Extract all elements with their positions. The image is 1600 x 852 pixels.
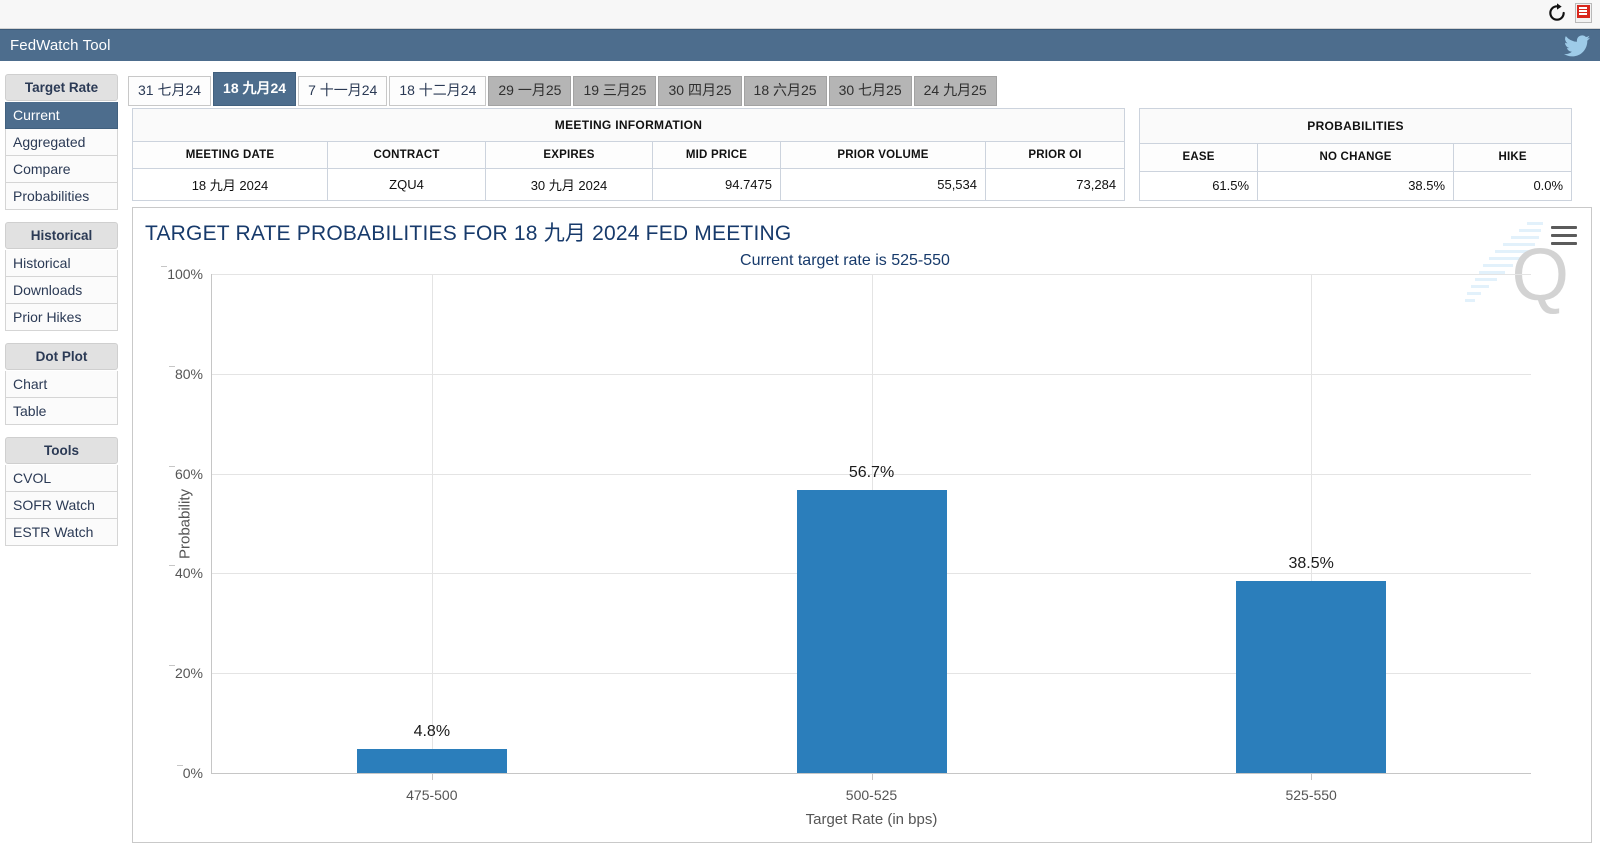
cell-contract: ZQU4 <box>327 168 486 201</box>
sidebar-item-table[interactable]: Table <box>5 398 118 425</box>
cell-no-change: 38.5% <box>1257 170 1455 201</box>
nav-group-title-tools: Tools <box>5 437 118 464</box>
sidebar-item-aggregated[interactable]: Aggregated <box>5 129 118 156</box>
ytick-label-100: 100% <box>161 266 203 282</box>
cell-ease: 61.5% <box>1139 170 1259 201</box>
nav-group-title-historical: Historical <box>5 222 118 249</box>
cell-mid-price: 94.7475 <box>652 168 781 201</box>
cell-prior-volume: 55,534 <box>780 168 986 201</box>
meeting-information-table: MEETING INFORMATION MEETING DATE CONTRAC… <box>132 108 1126 201</box>
col-ease: EASE <box>1139 142 1259 172</box>
bar-525-550[interactable]: 38.5% <box>1236 555 1387 773</box>
table-row: 18 九月 2024 ZQU4 30 九月 2024 94.7475 55,53… <box>132 168 1125 201</box>
hamburger-menu-icon[interactable] <box>1551 226 1577 246</box>
probabilities-table: PROBABILITIES EASE NO CHANGE HIKE 61.5% … <box>1139 108 1573 201</box>
bar-500-525[interactable]: 56.7% <box>796 464 947 773</box>
cell-expires: 30 九月 2024 <box>485 168 653 201</box>
meeting-information-title: MEETING INFORMATION <box>132 108 1125 142</box>
tab-7-nov-24[interactable]: 7 十一月24 <box>298 76 388 107</box>
col-contract: CONTRACT <box>327 141 486 169</box>
nav-group-target-rate: Target Rate Current Aggregated Compare P… <box>0 74 123 210</box>
nav-group-historical: Historical Historical Downloads Prior Hi… <box>0 222 123 331</box>
probabilities-title: PROBABILITIES <box>1139 108 1572 144</box>
browser-top-strip <box>0 0 1600 29</box>
app-title: FedWatch Tool <box>10 37 111 54</box>
col-mid-price: MID PRICE <box>652 141 781 169</box>
chart-card: TARGET RATE PROBABILITIES FOR 18 九月 2024… <box>132 207 1592 843</box>
col-prior-oi: PRIOR OI <box>985 141 1125 169</box>
nav-group-title-dot-plot: Dot Plot <box>5 343 118 370</box>
vgridline-475-500 <box>431 274 433 773</box>
col-no-change: NO CHANGE <box>1257 142 1455 172</box>
xtick-label-500-525: 500-525 <box>845 787 898 803</box>
tab-18-jun-25[interactable]: 18 六月25 <box>743 76 827 107</box>
tab-19-mar-25[interactable]: 19 三月25 <box>573 76 657 107</box>
cell-meeting-date: 18 九月 2024 <box>132 168 328 201</box>
sidebar-item-downloads[interactable]: Downloads <box>5 277 118 304</box>
bar-475-500[interactable]: 4.8% <box>356 723 507 773</box>
probabilities-header-row: EASE NO CHANGE HIKE <box>1139 142 1572 172</box>
sidebar-item-chart[interactable]: Chart <box>5 371 118 398</box>
col-hike: HIKE <box>1453 142 1572 172</box>
tab-18-sep-24[interactable]: 18 九月24 <box>213 72 297 107</box>
sidebar-item-probabilities[interactable]: Probabilities <box>5 183 118 210</box>
ytick-label-0: 0% <box>176 765 203 781</box>
xtick-label-475-500: 475-500 <box>406 787 458 803</box>
sidebar: Target Rate Current Aggregated Compare P… <box>0 61 123 852</box>
ytick-label-80: 80% <box>168 365 203 382</box>
sidebar-item-cvol[interactable]: CVOL <box>5 465 118 492</box>
nav-group-tools: Tools CVOL SOFR Watch ESTR Watch <box>0 437 123 546</box>
sidebar-item-historical[interactable]: Historical <box>5 250 118 277</box>
table-row: 61.5% 38.5% 0.0% <box>1139 170 1572 201</box>
nav-group-dot-plot: Dot Plot Chart Table <box>0 343 123 425</box>
sidebar-item-current[interactable]: Current <box>5 102 118 129</box>
sidebar-item-estr-watch[interactable]: ESTR Watch <box>5 519 118 546</box>
xtick-label-525-550: 525-550 <box>1285 787 1337 803</box>
reload-icon[interactable] <box>1547 3 1567 23</box>
bar-value-label-500-525: 56.7% <box>848 464 895 482</box>
sidebar-item-sofr-watch[interactable]: SOFR Watch <box>5 492 118 519</box>
col-expires: EXPIRES <box>485 141 653 169</box>
col-prior-volume: PRIOR VOLUME <box>780 141 986 169</box>
twitter-icon[interactable] <box>1564 34 1590 57</box>
y-axis-label: Probability <box>176 488 194 559</box>
app-header: FedWatch Tool <box>0 29 1600 61</box>
summary-tables-row: MEETING INFORMATION MEETING DATE CONTRAC… <box>132 108 1592 201</box>
ytick-label-60: 60% <box>168 465 203 482</box>
tab-30-jul-25[interactable]: 30 七月25 <box>828 76 912 107</box>
cell-hike: 0.0% <box>1453 170 1572 201</box>
chart-subtitle: Current target rate is 525-550 <box>740 252 950 269</box>
ytick-label-40: 40% <box>168 565 203 581</box>
bar-value-label-475-500: 4.8% <box>413 723 451 741</box>
tab-31-jul-24[interactable]: 31 七月24 <box>128 76 212 107</box>
nav-group-title-target-rate: Target Rate <box>5 74 118 101</box>
col-meeting-date: MEETING DATE <box>132 141 328 169</box>
sidebar-item-prior-hikes[interactable]: Prior Hikes <box>5 304 118 331</box>
bar-chart: 100% 80% 60% 40% 20% 0% Probability 4.8%… <box>161 266 1531 828</box>
plot-area: 100% 80% 60% 40% 20% 0% Probability 4.8%… <box>161 266 1531 828</box>
tab-30-apr-25[interactable]: 30 四月25 <box>658 76 742 107</box>
page-body: Target Rate Current Aggregated Compare P… <box>0 61 1600 852</box>
tab-18-dec-24[interactable]: 18 十二月24 <box>389 76 487 107</box>
tab-24-sep-25[interactable]: 24 九月25 <box>913 76 997 107</box>
x-axis-label: Target Rate (in bps) <box>805 811 938 828</box>
bar-value-label-525-550: 38.5% <box>1288 554 1334 572</box>
meeting-information-header-row: MEETING DATE CONTRACT EXPIRES MID PRICE … <box>132 141 1125 169</box>
sidebar-item-compare[interactable]: Compare <box>5 156 118 183</box>
meeting-tab-bar: 31 七月24 18 九月24 7 十一月24 18 十二月24 29 一月25… <box>128 72 997 107</box>
pdf-icon[interactable] <box>1575 3 1592 23</box>
content-area: 31 七月24 18 九月24 7 十一月24 18 十二月24 29 一月25… <box>123 61 1600 852</box>
cell-prior-oi: 73,284 <box>985 168 1125 201</box>
tab-29-jan-25[interactable]: 29 一月25 <box>488 76 572 107</box>
browser-toolbar-icons <box>1547 3 1592 23</box>
ytick-label-20: 20% <box>168 665 203 681</box>
chart-title: TARGET RATE PROBABILITIES FOR 18 九月 2024… <box>145 222 792 245</box>
